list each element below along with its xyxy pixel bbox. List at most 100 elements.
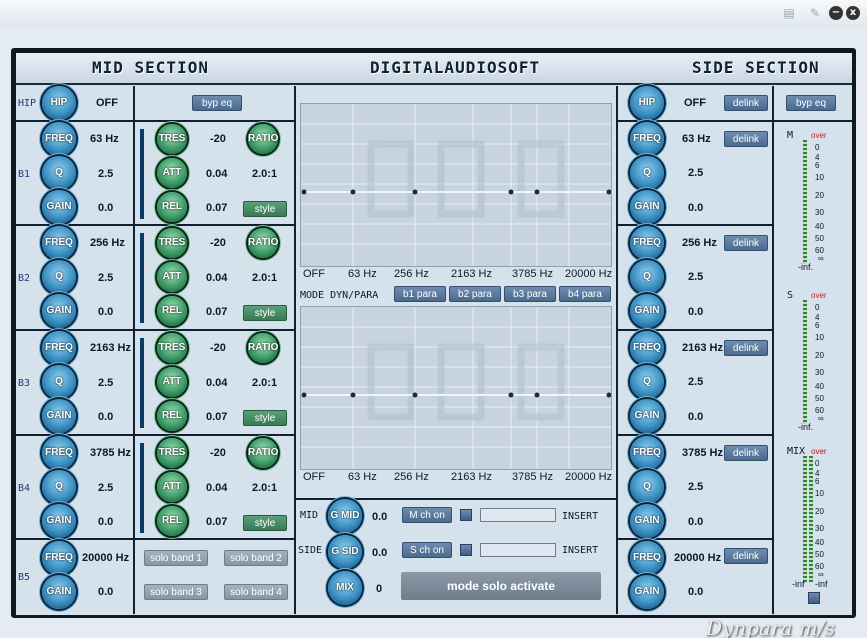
mid-q-knob[interactable]: Q	[42, 470, 76, 504]
restore-icon[interactable]: ▤	[782, 7, 796, 19]
ratio-knob[interactable]: RATIO	[248, 438, 278, 468]
meter-tick: ∞	[818, 570, 824, 579]
mid-freq-knob[interactable]: FREQ	[42, 331, 76, 365]
axis-label: OFF	[303, 471, 325, 483]
side-hip-knob[interactable]: HIP	[630, 86, 664, 120]
mid-b5-freq-knob[interactable]: FREQ	[42, 541, 76, 575]
mode-solo-activate-button[interactable]: mode solo activate	[401, 572, 601, 600]
mid-byp-eq-button[interactable]: byp eq	[192, 95, 242, 111]
solo-band-1-button[interactable]: solo band 1	[144, 550, 208, 566]
att-knob[interactable]: ATT	[157, 472, 187, 502]
insert-label: INSERT	[562, 511, 599, 522]
side-b5-delink-button[interactable]: delink	[724, 548, 768, 564]
g-mid-knob[interactable]: G MID	[328, 499, 362, 533]
side-b5-freq-value: 20000 Hz	[674, 552, 722, 564]
side-insert-field[interactable]	[480, 543, 556, 557]
mid-b5-gain-knob[interactable]: GAIN	[42, 575, 76, 609]
meter-over-label: over	[811, 131, 827, 140]
pin-icon[interactable]: ✎	[808, 7, 822, 19]
att-knob[interactable]: ATT	[157, 158, 187, 188]
ratio-knob[interactable]: RATIO	[248, 228, 278, 258]
s-ch-on-button[interactable]: S ch on	[402, 542, 452, 558]
mid-q-knob[interactable]: Q	[42, 365, 76, 399]
side-freq-knob[interactable]: FREQ	[630, 122, 664, 156]
side-q-knob[interactable]: Q	[630, 260, 664, 294]
side-b5-freq-knob[interactable]: FREQ	[630, 541, 664, 575]
b2-para-button[interactable]: b2 para	[449, 286, 501, 302]
style-button[interactable]: style	[243, 515, 287, 531]
meter-tick: 40	[815, 222, 824, 231]
ratio-knob[interactable]: RATIO	[248, 124, 278, 154]
band-label: B1	[18, 169, 31, 180]
att-knob[interactable]: ATT	[157, 367, 187, 397]
side-q-knob[interactable]: Q	[630, 470, 664, 504]
side-freq-knob[interactable]: FREQ	[630, 226, 664, 260]
mid-gain-knob[interactable]: GAIN	[42, 294, 76, 328]
side-insert-checkbox[interactable]	[460, 544, 472, 556]
mid-freq-knob[interactable]: FREQ	[42, 226, 76, 260]
rel-knob[interactable]: REL	[157, 296, 187, 326]
close-button[interactable]: x	[846, 6, 860, 20]
side-b5-gain-value: 0.0	[688, 586, 704, 598]
style-button[interactable]: style	[243, 305, 287, 321]
rel-knob[interactable]: REL	[157, 192, 187, 222]
att-value: 0.04	[206, 272, 228, 284]
side-hip-delink-button[interactable]: delink	[724, 95, 768, 111]
ratio-value: 2.0:1	[252, 482, 278, 494]
mid-hip-knob[interactable]: HIP	[42, 86, 76, 120]
side-gain-value: 0.0	[688, 411, 704, 423]
g-sid-knob[interactable]: G SID	[328, 535, 362, 569]
divider	[294, 86, 296, 614]
minimize-button[interactable]: −	[829, 6, 843, 20]
side-gain-value: 0.0	[688, 202, 704, 214]
style-button[interactable]: style	[243, 410, 287, 426]
side-delink-button[interactable]: delink	[724, 445, 768, 461]
side-delink-button[interactable]: delink	[724, 340, 768, 356]
solo-band-4-button[interactable]: solo band 4	[224, 584, 288, 600]
side-byp-eq-button[interactable]: byp eq	[786, 95, 836, 111]
mid-freq-knob[interactable]: FREQ	[42, 122, 76, 156]
side-b5-gain-knob[interactable]: GAIN	[630, 575, 664, 609]
side-delink-button[interactable]: delink	[724, 235, 768, 251]
meter-tick: 20	[815, 507, 824, 516]
tres-knob[interactable]: TRES	[157, 124, 187, 154]
b3-para-button[interactable]: b3 para	[504, 286, 556, 302]
side-delink-button[interactable]: delink	[724, 131, 768, 147]
solo-band-2-button[interactable]: solo band 2	[224, 550, 288, 566]
mix-knob[interactable]: MIX	[328, 571, 362, 605]
mid-q-knob[interactable]: Q	[42, 156, 76, 190]
mid-gain-knob[interactable]: GAIN	[42, 190, 76, 224]
side-gain-knob[interactable]: GAIN	[630, 190, 664, 224]
tres-knob[interactable]: TRES	[157, 438, 187, 468]
b4-para-button[interactable]: b4 para	[559, 286, 611, 302]
tres-knob[interactable]: TRES	[157, 228, 187, 258]
mid-gain-knob[interactable]: GAIN	[42, 399, 76, 433]
mid-insert-field[interactable]	[480, 508, 556, 522]
m-ch-on-button[interactable]: M ch on	[402, 507, 452, 523]
meter-reset-button[interactable]	[808, 592, 820, 604]
att-value: 0.04	[206, 482, 228, 494]
att-knob[interactable]: ATT	[157, 262, 187, 292]
mid-q-knob[interactable]: Q	[42, 260, 76, 294]
mid-freq-knob[interactable]: FREQ	[42, 436, 76, 470]
side-gain-knob[interactable]: GAIN	[630, 504, 664, 538]
side-freq-knob[interactable]: FREQ	[630, 436, 664, 470]
b1-para-button[interactable]: b1 para	[394, 286, 446, 302]
side-gain-knob[interactable]: GAIN	[630, 399, 664, 433]
rel-knob[interactable]: REL	[157, 506, 187, 536]
mid-gain-knob[interactable]: GAIN	[42, 504, 76, 538]
rel-value: 0.07	[206, 202, 228, 214]
axis-label: 63 Hz	[348, 471, 377, 483]
side-q-knob[interactable]: Q	[630, 156, 664, 190]
eq-graph-mid[interactable]	[300, 103, 612, 267]
eq-graph-side[interactable]	[300, 306, 612, 470]
ratio-knob[interactable]: RATIO	[248, 333, 278, 363]
side-q-knob[interactable]: Q	[630, 365, 664, 399]
rel-knob[interactable]: REL	[157, 401, 187, 431]
side-gain-knob[interactable]: GAIN	[630, 294, 664, 328]
tres-knob[interactable]: TRES	[157, 333, 187, 363]
style-button[interactable]: style	[243, 201, 287, 217]
mid-insert-checkbox[interactable]	[460, 509, 472, 521]
solo-band-3-button[interactable]: solo band 3	[144, 584, 208, 600]
side-freq-knob[interactable]: FREQ	[630, 331, 664, 365]
